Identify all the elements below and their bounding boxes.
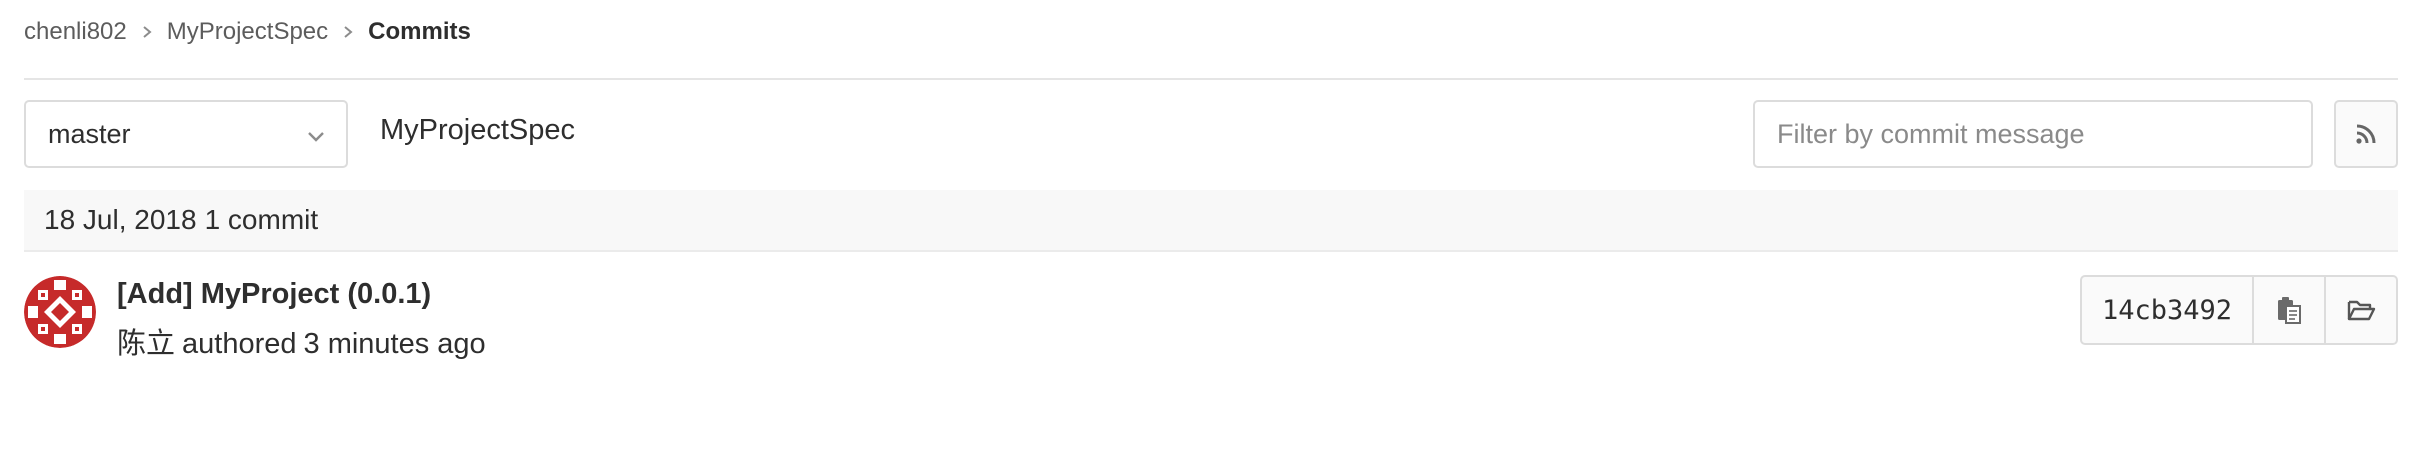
commit-day-header: 18 Jul, 2018 1 commit: [24, 190, 2398, 252]
copy-sha-button[interactable]: [2254, 275, 2327, 345]
rss-feed-button[interactable]: [2334, 100, 2398, 168]
folder-open-icon: [2347, 300, 2376, 321]
commit-time-ago: 3 minutes ago: [303, 328, 486, 360]
project-name-label: MyProjectSpec: [380, 114, 576, 146]
breadcrumb-item-project[interactable]: MyProjectSpec: [167, 18, 328, 46]
breadcrumb: chenli802 MyProjectSpec Commits: [24, 14, 471, 50]
commit-day-count: 1 commit: [204, 204, 319, 235]
commit-sha-group: 14cb3492: [2080, 275, 2399, 345]
commit-action-text: authored: [182, 328, 297, 360]
breadcrumb-item-user[interactable]: chenli802: [24, 18, 127, 46]
author-avatar[interactable]: [24, 276, 96, 348]
browse-files-button[interactable]: [2326, 275, 2399, 345]
commits-page: chenli802 MyProjectSpec Commits master M…: [0, 0, 2414, 474]
chevron-right-icon: [141, 25, 153, 39]
chevron-right-icon: [342, 25, 354, 39]
filter-commit-message-input[interactable]: [1753, 100, 2313, 168]
branch-selected-value: master: [48, 118, 131, 149]
commit-sha-label[interactable]: 14cb3492: [2080, 275, 2255, 345]
rss-icon: [2356, 124, 2376, 144]
branch-dropdown[interactable]: master: [24, 100, 348, 168]
commit-day-date: 18 Jul, 2018: [44, 204, 197, 235]
commit-author-link[interactable]: 陈立: [117, 328, 175, 360]
commit-meta: 陈立 authored 3 minutes ago: [117, 320, 486, 362]
header-divider: [24, 78, 2398, 80]
breadcrumb-item-commits[interactable]: Commits: [368, 18, 471, 46]
chevron-down-icon: [308, 132, 324, 142]
commit-title-link[interactable]: [Add] MyProject (0.0.1): [117, 278, 431, 311]
clipboard-icon: [2278, 297, 2302, 324]
